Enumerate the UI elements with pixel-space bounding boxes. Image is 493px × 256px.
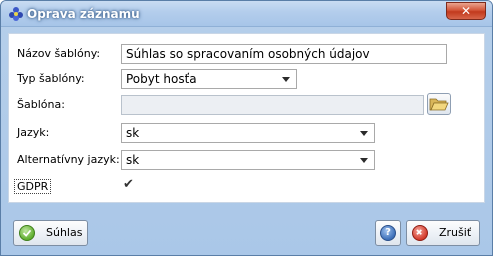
close-icon: ✕ [460,4,472,18]
alt-language-value: sk [126,153,140,167]
help-icon: ? [380,225,396,241]
template-name-label: Názov šablóny: [17,47,101,60]
template-file-input[interactable] [121,95,424,115]
agree-label: Súhlas [46,226,83,239]
close-button[interactable]: ✕ [446,2,486,20]
template-type-select[interactable]: Pobyt hosťa [121,69,297,89]
title-bar[interactable]: Oprava záznamu ✕ [1,1,492,27]
template-name-value: Súhlas so spracovaním osobných údajov [126,47,370,61]
form-panel: Názov šablóny: Súhlas so spracovaním oso… [8,33,485,203]
chevron-down-icon [360,158,368,163]
alt-language-label: Alternatívny jazyk: [17,153,120,166]
folder-open-icon [429,98,449,111]
template-name-input[interactable]: Súhlas so spracovaním osobných údajov [121,44,447,64]
window-title: Oprava záznamu [27,7,140,21]
language-label: Jazyk: [17,126,50,139]
agree-button[interactable]: Súhlas [13,220,88,246]
browse-folder-button[interactable] [427,93,451,115]
language-value: sk [126,126,140,140]
dialog-window: Oprava záznamu ✕ Názov šablóny: Súhlas s… [0,0,493,256]
app-icon [9,7,23,21]
language-select[interactable]: sk [121,123,375,143]
check-circle-icon [19,225,35,241]
cancel-button[interactable]: Zrušiť [406,220,480,246]
template-type-label: Typ šablóny: [17,72,85,85]
template-type-value: Pobyt hosťa [126,72,197,86]
chevron-down-icon [282,77,290,82]
alt-language-select[interactable]: sk [121,150,375,170]
gdpr-label[interactable]: GDPR [14,179,52,194]
template-file-label: Šablóna: [17,98,65,111]
cancel-icon [412,225,428,241]
chevron-down-icon [360,131,368,136]
help-button[interactable]: ? [375,220,401,246]
gdpr-checkbox[interactable]: ✔ [123,178,134,192]
cancel-label: Zrušiť [439,226,472,239]
button-bar: Súhlas ? Zrušiť [1,209,492,255]
